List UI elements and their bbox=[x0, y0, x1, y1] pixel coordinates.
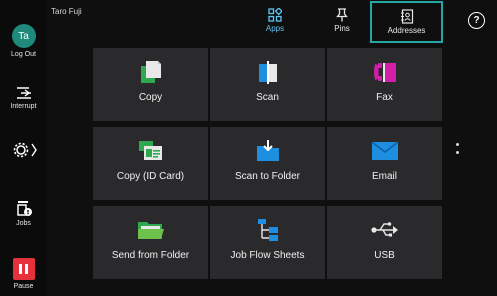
pin-icon bbox=[336, 8, 348, 22]
email-icon bbox=[327, 139, 442, 163]
logout-button[interactable]: Ta Log Out bbox=[0, 24, 47, 58]
jobs-icon bbox=[16, 201, 32, 216]
scan-to-folder-icon bbox=[210, 139, 325, 163]
pause-label: Pause bbox=[13, 283, 34, 290]
tab-apps-label: Apps bbox=[265, 24, 285, 33]
interrupt-label: Interrupt bbox=[10, 103, 37, 110]
avatar: Ta bbox=[11, 24, 36, 48]
top-bar: Taro Fuji Apps Pins Addresses ? bbox=[47, 0, 497, 44]
interrupt-button[interactable]: Interrupt bbox=[0, 84, 47, 110]
app-usb-label: USB bbox=[374, 250, 395, 261]
app-fax-label: Fax bbox=[376, 92, 393, 103]
scan-icon bbox=[210, 60, 325, 84]
app-usb[interactable]: USB bbox=[327, 206, 442, 279]
app-email-label: Email bbox=[371, 171, 397, 182]
job-flow-sheets-icon bbox=[210, 218, 325, 242]
device-settings-button[interactable] bbox=[0, 140, 47, 160]
user-name: Taro Fuji bbox=[51, 7, 82, 16]
gear-icon bbox=[13, 142, 37, 158]
id-card-copy-icon bbox=[93, 139, 208, 163]
address-book-icon bbox=[400, 9, 413, 24]
app-fax[interactable]: Fax bbox=[327, 48, 442, 121]
page-indicator-dot bbox=[456, 143, 459, 146]
app-copy-id-card[interactable]: Copy (ID Card) bbox=[93, 127, 208, 200]
page-indicator-dot bbox=[456, 151, 459, 154]
app-scan[interactable]: Scan bbox=[210, 48, 325, 121]
apps-icon bbox=[268, 8, 282, 22]
tab-apps[interactable]: Apps bbox=[245, 6, 305, 40]
app-scan-to-folder[interactable]: Scan to Folder bbox=[210, 127, 325, 200]
app-send-from-folder-label: Send from Folder bbox=[111, 250, 190, 261]
tab-pins[interactable]: Pins bbox=[312, 6, 372, 40]
interrupt-icon bbox=[16, 87, 31, 99]
copy-icon bbox=[93, 60, 208, 84]
app-send-from-folder[interactable]: Send from Folder bbox=[93, 206, 208, 279]
app-copy[interactable]: Copy bbox=[93, 48, 208, 121]
app-copy-label: Copy bbox=[138, 92, 163, 103]
help-button[interactable]: ? bbox=[468, 12, 485, 29]
tab-addresses-label: Addresses bbox=[387, 26, 426, 35]
pause-icon bbox=[12, 258, 35, 280]
pause-button[interactable]: Pause bbox=[0, 258, 47, 290]
app-copy-id-card-label: Copy (ID Card) bbox=[116, 171, 185, 182]
logout-label: Log Out bbox=[11, 51, 36, 58]
app-scan-to-folder-label: Scan to Folder bbox=[234, 171, 301, 182]
app-job-flow-sheets[interactable]: Job Flow Sheets bbox=[210, 206, 325, 279]
tab-pins-label: Pins bbox=[334, 24, 350, 33]
jobs-label: Jobs bbox=[16, 220, 31, 227]
app-job-flow-sheets-label: Job Flow Sheets bbox=[230, 250, 305, 261]
help-icon: ? bbox=[473, 15, 480, 26]
app-scan-label: Scan bbox=[256, 92, 279, 103]
sidebar: Ta Log Out Interrupt Jobs Pause bbox=[0, 0, 47, 296]
usb-icon bbox=[327, 218, 442, 242]
tab-addresses[interactable]: Addresses bbox=[370, 1, 443, 43]
send-from-folder-icon bbox=[93, 218, 208, 242]
app-email[interactable]: Email bbox=[327, 127, 442, 200]
avatar-initials: Ta bbox=[18, 30, 29, 42]
jobs-button[interactable]: Jobs bbox=[0, 199, 47, 227]
fax-icon bbox=[327, 60, 442, 84]
